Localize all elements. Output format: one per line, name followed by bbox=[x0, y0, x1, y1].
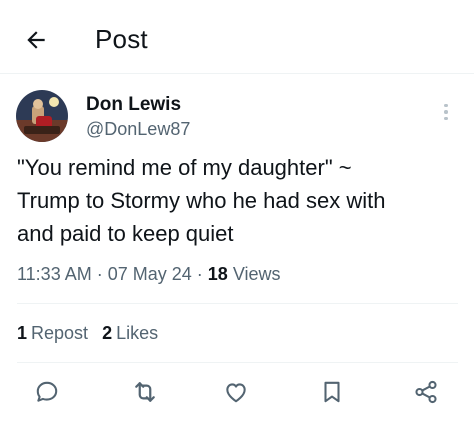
repost-button[interactable] bbox=[125, 372, 165, 412]
divider bbox=[17, 303, 458, 304]
author-name[interactable]: Don Lewis bbox=[86, 93, 181, 117]
action-bar bbox=[0, 372, 474, 416]
author-handle[interactable]: @DonLew87 bbox=[86, 117, 190, 141]
tweet-meta: 11:33 AM · 07 May 24 · 18 Views bbox=[17, 264, 281, 284]
reposts-label: Repost bbox=[31, 323, 89, 343]
like-button[interactable] bbox=[216, 372, 256, 412]
reposts-stat[interactable]: 1 Repost bbox=[17, 321, 88, 345]
reply-icon bbox=[36, 381, 58, 402]
back-button[interactable] bbox=[18, 22, 54, 58]
bookmark-icon bbox=[324, 381, 340, 403]
tweet-date[interactable]: 07 May 24 bbox=[108, 264, 192, 284]
likes-stat[interactable]: 2 Likes bbox=[102, 321, 158, 345]
like-icon bbox=[226, 383, 246, 403]
views-count: 18 bbox=[207, 264, 228, 284]
repost-icon bbox=[135, 382, 155, 402]
tweet-time[interactable]: 11:33 AM bbox=[17, 264, 92, 284]
page-title: Post bbox=[95, 24, 148, 54]
share-button[interactable] bbox=[406, 372, 446, 412]
tweet-author: Don Lewis @DonLew87 bbox=[16, 90, 456, 146]
likes-count: 2 bbox=[102, 323, 113, 343]
reposts-count: 1 bbox=[17, 323, 28, 343]
top-bar: Post bbox=[0, 0, 474, 74]
likes-label: Likes bbox=[116, 323, 159, 343]
share-icon bbox=[415, 380, 437, 404]
divider bbox=[17, 362, 458, 363]
engagement-stats: 1 Repost 2 Likes bbox=[17, 321, 158, 345]
avatar[interactable] bbox=[16, 90, 68, 142]
arrow-left-icon bbox=[27, 31, 45, 49]
bookmark-button[interactable] bbox=[312, 372, 352, 412]
reply-button[interactable] bbox=[27, 372, 67, 412]
views-label: Views bbox=[232, 264, 281, 284]
tweet-text: "You remind me of my daughter" ~ Trump t… bbox=[17, 155, 386, 246]
more-vertical-icon[interactable] bbox=[434, 98, 458, 126]
